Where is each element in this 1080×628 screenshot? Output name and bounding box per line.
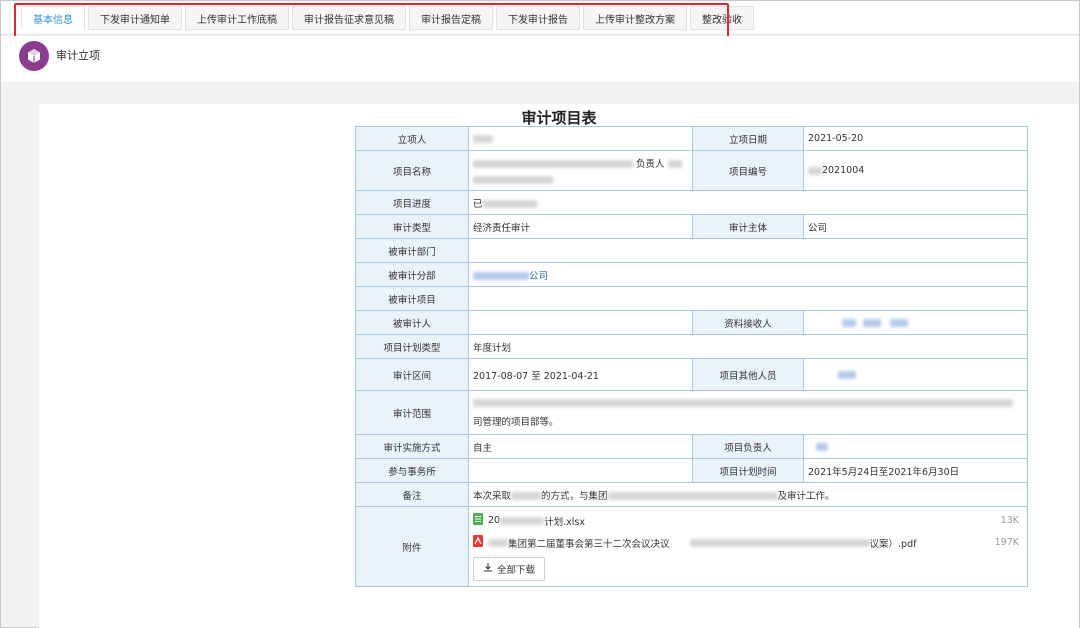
audited-branch-link[interactable]: 公司 xyxy=(529,271,548,282)
label-attachments: 附件 xyxy=(355,506,469,587)
table-row: 被审计人 资料接收人 xyxy=(355,310,1028,335)
remark-part-c: 及审计工作。 xyxy=(777,490,835,502)
attachment-name-prefix: 集团第二届董事会第三十二次会议决议 xyxy=(508,538,670,550)
value-receiver xyxy=(803,310,1028,335)
download-icon xyxy=(483,562,493,575)
remark-part-a: 本次采取 xyxy=(473,490,512,502)
label-audited-person: 被审计人 xyxy=(355,310,469,335)
table-row: 参与事务所 项目计划时间 2021年5月24日至2021年6月30日 xyxy=(355,458,1028,483)
label-initiator: 立项人 xyxy=(355,126,469,151)
label-leader: 项目负责人 xyxy=(692,434,804,459)
label-audit-type: 审计类型 xyxy=(355,214,469,239)
value-method: 自主 xyxy=(468,434,693,459)
label-progress: 项目进度 xyxy=(355,190,469,215)
value-plan-type: 年度计划 xyxy=(468,334,1028,359)
value-start-date: 2021-05-20 xyxy=(803,126,1028,151)
value-remark: 本次采取 的方式，与集团 及审计工作。 xyxy=(468,482,1028,507)
page-header: 审计立项 xyxy=(1,36,1079,82)
content-card: 审计项目表 立项人 立项日期 2021-05-20 项目名称 负责人 项目编号 … xyxy=(39,104,1079,628)
value-project-name: 负责人 xyxy=(468,150,693,191)
scope-line-2: 司管理的项目部等。 xyxy=(473,417,559,428)
label-audited-dept: 被审计部门 xyxy=(355,238,469,263)
label-audited-project: 被审计项目 xyxy=(355,286,469,311)
label-audit-period: 审计区间 xyxy=(355,358,469,391)
download-all-button[interactable]: 全部下载 xyxy=(473,556,545,581)
tabs-highlight-box xyxy=(14,3,729,38)
document-title: 审计项目表 xyxy=(521,109,597,127)
label-other-members: 项目其他人员 xyxy=(692,358,804,391)
label-remark: 备注 xyxy=(355,482,469,507)
table-row: 项目计划类型 年度计划 xyxy=(355,334,1028,359)
table-row: 被审计分部 公司 xyxy=(355,262,1028,287)
project-no-text: 2021004 xyxy=(822,165,865,176)
tab-bar: 基本信息 下发审计通知单 上传审计工作底稿 审计报告征求意见稿 审计报告定稿 下… xyxy=(1,1,1079,38)
table-row: 附件 20 计划.xlsx 13K 集团第二届董事会第三十二次会议决议 议案）.pd xyxy=(355,506,1028,587)
value-project-no: 2021004 xyxy=(803,150,1028,191)
table-row: 审计区间 2017-08-07 至 2021-04-21 项目其他人员 xyxy=(355,358,1028,391)
label-plan-time: 项目计划时间 xyxy=(692,458,804,483)
value-initiator xyxy=(468,126,693,151)
label-receiver: 资料接收人 xyxy=(692,310,804,335)
attachment-item[interactable]: 集团第二届董事会第三十二次会议决议 议案）.pdf 197K xyxy=(473,532,1023,554)
value-other-members xyxy=(803,358,1028,391)
audit-project-table: 立项人 立项日期 2021-05-20 项目名称 负责人 项目编号 202100… xyxy=(355,126,1028,587)
table-row: 被审计项目 xyxy=(355,286,1028,311)
label-project-no: 项目编号 xyxy=(692,150,804,191)
table-row: 被审计部门 xyxy=(355,238,1028,263)
value-firm xyxy=(468,458,693,483)
page-title: 审计立项 xyxy=(56,49,100,62)
remark-part-b: 的方式，与集团 xyxy=(541,490,608,502)
table-row: 审计类型 经济责任审计 审计主体 公司 xyxy=(355,214,1028,239)
attachment-size: 13K xyxy=(1000,515,1019,526)
label-plan-type: 项目计划类型 xyxy=(355,334,469,359)
progress-text: 已 xyxy=(473,198,483,210)
table-row: 审计范围 司管理的项目部等。 xyxy=(355,390,1028,435)
value-audited-person xyxy=(468,310,693,335)
label-project-name: 项目名称 xyxy=(355,150,469,191)
value-audit-period: 2017-08-07 至 2021-04-21 xyxy=(468,358,693,391)
value-leader xyxy=(803,434,1028,459)
table-row: 备注 本次采取 的方式，与集团 及审计工作。 xyxy=(355,482,1028,507)
value-attachments: 20 计划.xlsx 13K 集团第二届董事会第三十二次会议决议 议案）.pdf 1… xyxy=(468,506,1028,587)
table-row: 审计实施方式 自主 项目负责人 xyxy=(355,434,1028,459)
value-audited-branch: 公司 xyxy=(468,262,1028,287)
value-scope: 司管理的项目部等。 xyxy=(468,390,1028,435)
label-start-date: 立项日期 xyxy=(692,126,804,151)
cube-icon xyxy=(19,41,49,71)
table-row: 立项人 立项日期 2021-05-20 xyxy=(355,126,1028,151)
table-row: 项目名称 负责人 项目编号 2021004 xyxy=(355,150,1028,191)
label-scope: 审计范围 xyxy=(355,390,469,435)
value-audited-dept xyxy=(468,238,1028,263)
label-audit-subject: 审计主体 xyxy=(692,214,804,239)
attachment-item[interactable]: 20 计划.xlsx 13K xyxy=(473,510,1023,532)
label-audited-branch: 被审计分部 xyxy=(355,262,469,287)
excel-file-icon xyxy=(473,513,483,528)
project-name-suffix: 负责人 xyxy=(636,158,665,170)
value-progress: 已 xyxy=(468,190,1028,215)
table-row: 项目进度 已 xyxy=(355,190,1028,215)
value-audit-subject: 公司 xyxy=(803,214,1028,239)
attachment-size: 197K xyxy=(994,537,1019,548)
pdf-file-icon xyxy=(473,535,483,550)
app-window: 基本信息 下发审计通知单 上传审计工作底稿 审计报告征求意见稿 审计报告定稿 下… xyxy=(0,0,1080,628)
attachment-name-suffix: 议案）.pdf xyxy=(869,538,917,550)
value-plan-time: 2021年5月24日至2021年6月30日 xyxy=(803,458,1028,483)
value-audited-project xyxy=(468,286,1028,311)
attachment-name-prefix: 20 xyxy=(488,515,501,526)
download-all-label: 全部下载 xyxy=(496,564,535,576)
value-audit-type: 经济责任审计 xyxy=(468,214,693,239)
label-firm: 参与事务所 xyxy=(355,458,469,483)
attachment-name-suffix: 计划.xlsx xyxy=(544,516,585,528)
label-method: 审计实施方式 xyxy=(355,434,469,459)
